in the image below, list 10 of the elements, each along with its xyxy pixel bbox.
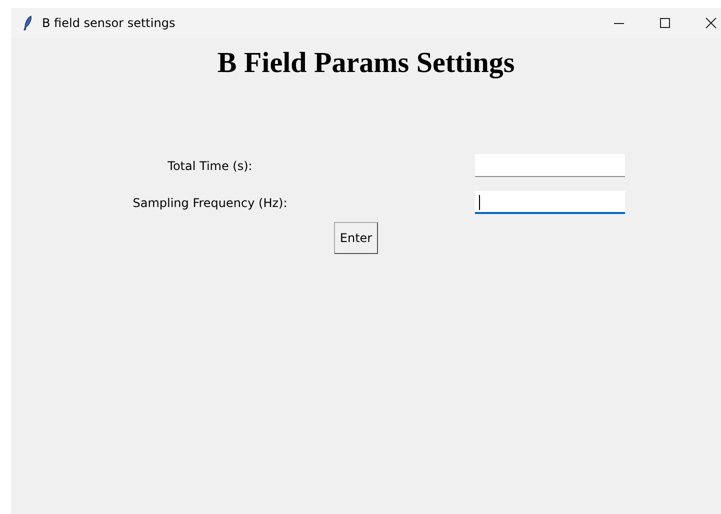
field-label: Total Time (s):	[168, 158, 252, 172]
close-icon[interactable]	[705, 17, 717, 29]
window-title: B field sensor settings	[42, 16, 176, 30]
input-field[interactable]	[475, 191, 625, 214]
enter-button[interactable]: Enter	[334, 222, 378, 254]
heading: B Field Params Settings	[217, 46, 515, 80]
feather-icon	[23, 15, 33, 31]
maximize-icon[interactable]	[659, 17, 671, 29]
input-field[interactable]	[475, 154, 625, 177]
field-label: Sampling Frequency (Hz):	[132, 196, 288, 210]
